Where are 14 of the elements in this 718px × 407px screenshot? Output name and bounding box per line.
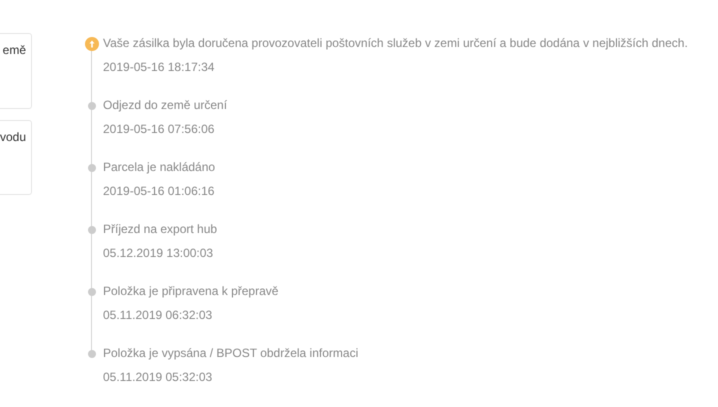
status-text: Položka je připravena k přepravě [103,283,278,300]
card-text: vodu [0,130,26,144]
timestamp: 2019-05-16 07:56:06 [103,121,216,137]
timestamp: 2019-05-16 01:06:16 [103,183,216,199]
status-text: Příjezd na export hub [103,221,218,238]
status-text: Položka je vypsána / BPOST obdržela informaci [103,345,358,362]
timestamp: 05.11.2019 06:32:03 [103,307,214,323]
status-text: Odjezd do země určení [103,97,228,114]
timestamp: 05.11.2019 05:32:03 [103,369,214,385]
timestamp: 05.12.2019 13:00:03 [103,245,214,261]
status-text: Parcela je nakládáno [103,159,216,176]
status-text: Vaše zásilka byla doručena provozovateli poštovních služeb v zemi určení a bude dodána v nejbližších dnech. [103,35,688,52]
timestamp: 2019-05-16 18:17:34 [103,59,216,75]
card-text: emě [2,43,26,57]
